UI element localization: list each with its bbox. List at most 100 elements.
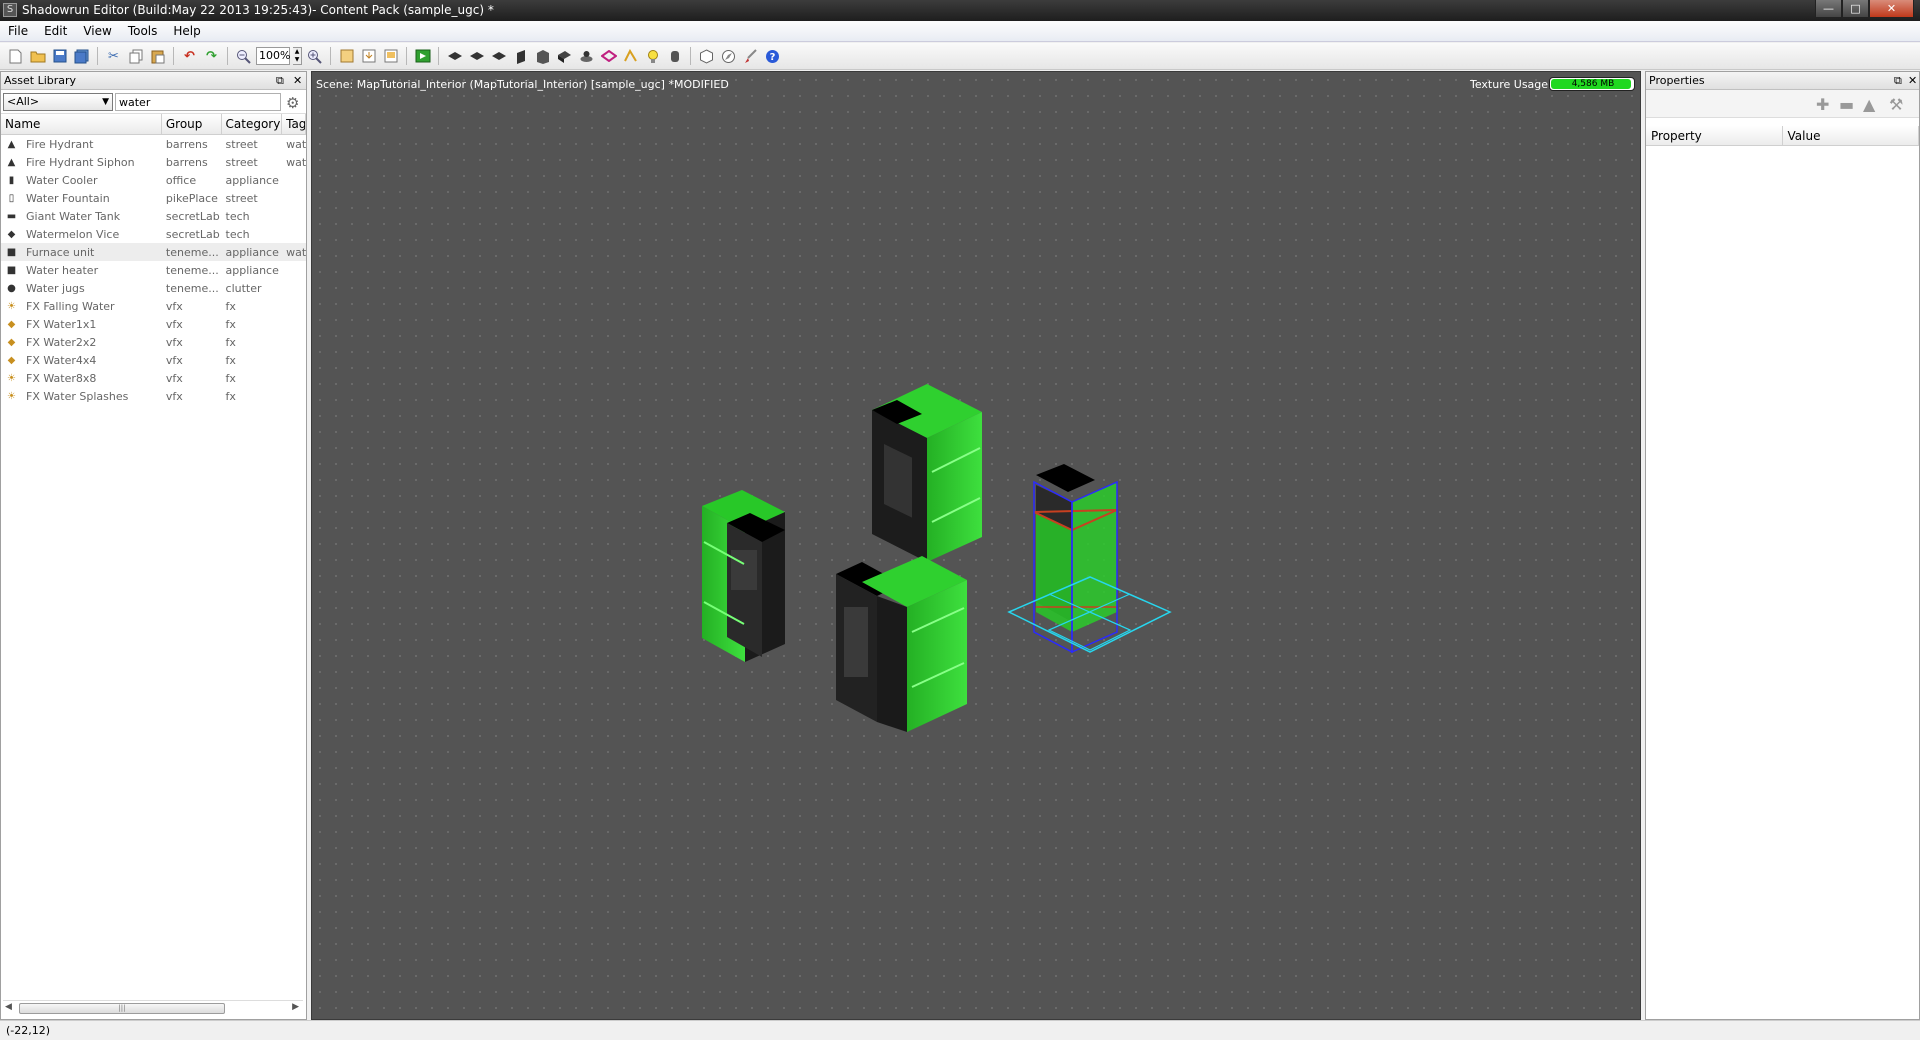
asset-name-cell: ◆ Watermelon Vice xyxy=(1,228,162,241)
new-file-icon[interactable] xyxy=(6,47,25,66)
toolbar-separator xyxy=(330,47,331,65)
zoom-in-icon[interactable] xyxy=(305,47,324,66)
play-icon[interactable] xyxy=(413,47,432,66)
column-group[interactable]: Group xyxy=(162,114,222,134)
table-row[interactable]: ◆ Watermelon Vice secretLab tech xyxy=(1,225,306,243)
window-controls: — □ ✕ xyxy=(1815,0,1914,18)
minimize-button[interactable]: — xyxy=(1815,0,1842,18)
wrench-icon[interactable]: ⚒ xyxy=(1889,95,1903,114)
fx-plane-icon: ◆ xyxy=(7,336,16,348)
region-icon[interactable] xyxy=(599,47,618,66)
scene-object-furnace-unit-selected[interactable] xyxy=(1007,464,1172,654)
table-row[interactable]: ◆ FX Water1x1 vfx fx xyxy=(1,315,306,333)
prop-icon[interactable] xyxy=(555,47,574,66)
help-icon[interactable]: ? xyxy=(763,47,782,66)
cut-icon[interactable]: ✂ xyxy=(104,47,123,66)
asset-group: secretLab xyxy=(165,209,220,223)
asset-name-cell: ▮ Water Cooler xyxy=(1,174,162,187)
zoom-spinner[interactable]: ▲ ▼ xyxy=(293,47,302,65)
character-icon[interactable] xyxy=(577,47,596,66)
horizontal-scrollbar[interactable]: ◀ ||| ▶ xyxy=(3,1000,303,1015)
table-row[interactable]: ■ Water heater teneme... appliance xyxy=(1,261,306,279)
close-panel-icon[interactable]: ✕ xyxy=(293,74,302,87)
scene-viewport[interactable]: Scene: MapTutorial_Interior (MapTutorial… xyxy=(311,71,1641,1020)
floor-decal-icon[interactable] xyxy=(489,47,508,66)
scene-object-water-heater-b[interactable] xyxy=(872,384,982,562)
cooler-icon: ▮ xyxy=(8,174,15,186)
close-panel-icon[interactable]: ✕ xyxy=(1908,74,1917,87)
asset-search-input[interactable] xyxy=(115,93,281,111)
table-row[interactable]: ■ Furnace unit teneme... appliance water xyxy=(1,243,306,261)
export-icon[interactable] xyxy=(381,47,400,66)
scene-object-water-heater-a[interactable] xyxy=(702,490,785,662)
close-button[interactable]: ✕ xyxy=(1869,0,1914,18)
float-panel-icon[interactable]: ⧉ xyxy=(276,74,284,88)
table-row[interactable]: ● Water jugs teneme... clutter xyxy=(1,279,306,297)
group-filter-select[interactable]: <All> ▼ xyxy=(3,93,113,111)
cube-icon[interactable] xyxy=(697,47,716,66)
scene-object-water-heater-c[interactable] xyxy=(836,556,967,732)
asset-group: vfx xyxy=(165,299,183,313)
table-row[interactable]: ☀ FX Water8x8 vfx fx xyxy=(1,369,306,387)
menu-file[interactable]: File xyxy=(0,21,36,41)
light-bulb-icon[interactable] xyxy=(643,47,662,66)
audio-icon[interactable] xyxy=(665,47,684,66)
float-panel-icon[interactable]: ⧉ xyxy=(1894,74,1902,88)
zoom-level-field[interactable]: 100% xyxy=(256,47,290,65)
brush-icon[interactable] xyxy=(741,47,760,66)
wall-corner-icon[interactable] xyxy=(533,47,552,66)
copy-icon[interactable] xyxy=(126,47,145,66)
maximize-button[interactable]: □ xyxy=(1842,0,1869,18)
path-icon[interactable] xyxy=(621,47,640,66)
toolbar-separator xyxy=(173,47,174,65)
chevron-down-icon: ▼ xyxy=(102,97,109,107)
menu-tools[interactable]: Tools xyxy=(120,21,166,41)
asset-name: FX Water8x8 xyxy=(26,371,97,385)
asset-name-cell: ☀ FX Water Splashes xyxy=(1,390,162,403)
asset-group: secretLab xyxy=(165,227,220,241)
paste-icon[interactable] xyxy=(148,47,167,66)
save-all-icon[interactable] xyxy=(72,47,91,66)
table-row[interactable]: ▲ Fire Hydrant Siphon barrens street water xyxy=(1,153,306,171)
redo-icon[interactable]: ↷ xyxy=(202,47,221,66)
column-name[interactable]: Name xyxy=(1,114,162,134)
table-row[interactable]: ☀ FX Water Splashes vfx fx xyxy=(1,387,306,405)
column-value[interactable]: Value xyxy=(1783,126,1919,145)
open-folder-icon[interactable] xyxy=(28,47,47,66)
table-row[interactable]: ◆ FX Water2x2 vfx fx xyxy=(1,333,306,351)
heater-icon: ■ xyxy=(6,264,17,276)
menu-edit[interactable]: Edit xyxy=(36,21,75,41)
asset-library-title: Asset Library xyxy=(4,74,77,87)
scroll-right-icon[interactable]: ▶ xyxy=(292,1002,299,1012)
table-row[interactable]: ▲ Fire Hydrant barrens street water xyxy=(1,135,306,153)
table-row[interactable]: ▯ Water Fountain pikePlace street xyxy=(1,189,306,207)
column-category[interactable]: Category xyxy=(222,114,283,134)
table-row[interactable]: ☀ FX Falling Water vfx fx xyxy=(1,297,306,315)
compass-icon[interactable] xyxy=(719,47,738,66)
save-icon[interactable] xyxy=(50,47,69,66)
asset-library-header: Asset Library ⧉ ✕ xyxy=(1,72,306,90)
asset-category: appliance xyxy=(225,263,279,277)
menu-help[interactable]: Help xyxy=(165,21,208,41)
asset-group: vfx xyxy=(165,353,183,367)
column-tags[interactable]: Tags xyxy=(282,114,306,134)
menu-view[interactable]: View xyxy=(75,21,119,41)
wall-icon[interactable] xyxy=(511,47,530,66)
floor-overlay-icon[interactable] xyxy=(467,47,486,66)
table-row[interactable]: ▬ Giant Water Tank secretLab tech xyxy=(1,207,306,225)
import-icon[interactable] xyxy=(359,47,378,66)
column-property[interactable]: Property xyxy=(1646,126,1783,145)
table-row[interactable]: ▮ Water Cooler office appliance xyxy=(1,171,306,189)
undo-icon[interactable]: ↶ xyxy=(180,47,199,66)
asset-category: clutter xyxy=(225,281,262,295)
floor-tile-icon[interactable] xyxy=(445,47,464,66)
zoom-out-icon[interactable] xyxy=(234,47,253,66)
add-icon[interactable]: ✚ xyxy=(1816,95,1829,114)
gear-icon[interactable]: ⚙ xyxy=(286,94,299,112)
scrollbar-thumb[interactable]: ||| xyxy=(19,1003,225,1014)
scroll-left-icon[interactable]: ◀ xyxy=(5,1002,12,1012)
stamp-icon[interactable]: ▲ xyxy=(1863,95,1875,114)
table-row[interactable]: ◆ FX Water4x4 vfx fx xyxy=(1,351,306,369)
remove-icon[interactable]: ▬ xyxy=(1839,95,1854,114)
map-icon[interactable] xyxy=(337,47,356,66)
